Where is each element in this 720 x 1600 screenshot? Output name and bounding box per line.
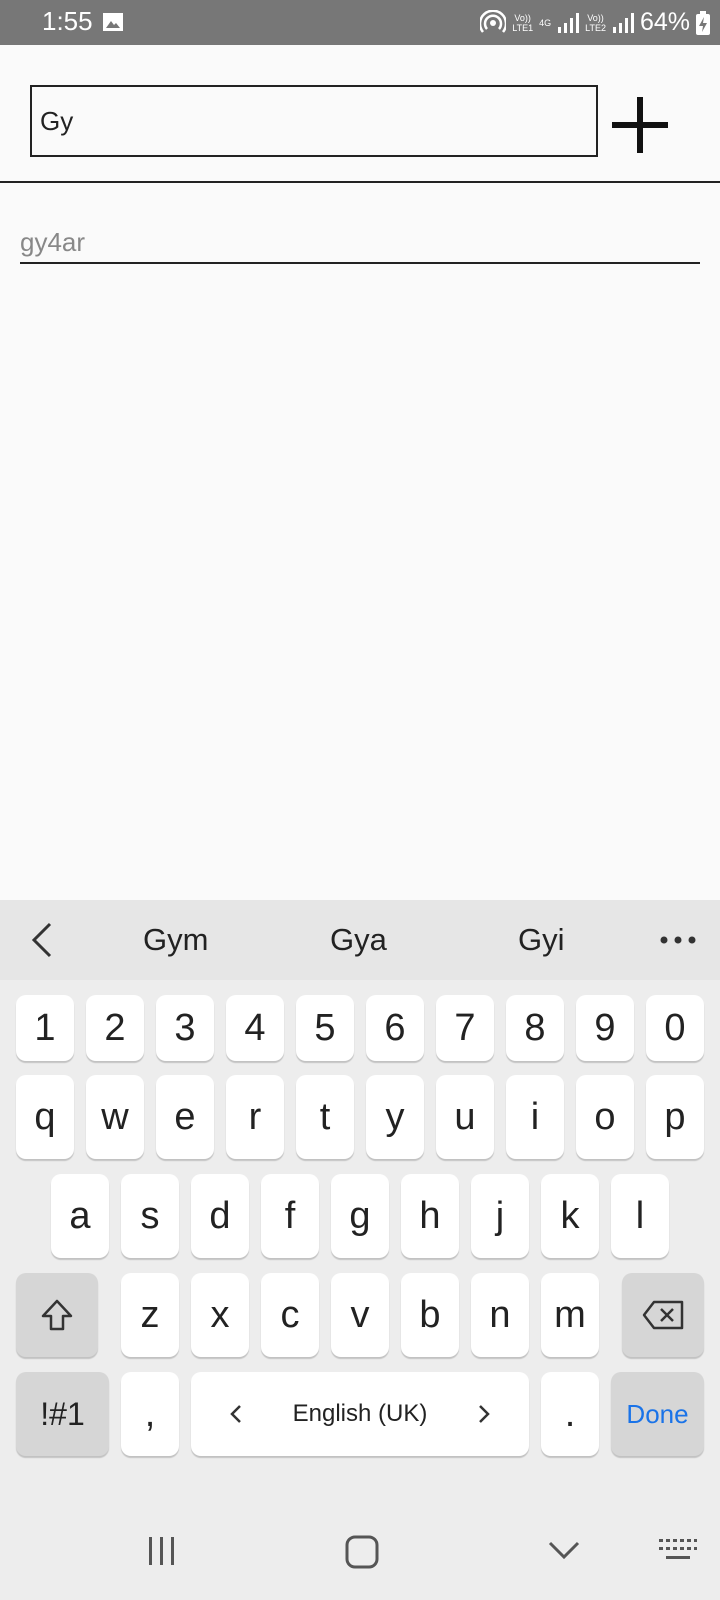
key-o[interactable]: o <box>576 1075 634 1159</box>
key-r[interactable]: r <box>226 1075 284 1159</box>
key-3[interactable]: 3 <box>156 995 214 1061</box>
key-f[interactable]: f <box>261 1174 319 1258</box>
key-8[interactable]: 8 <box>506 995 564 1061</box>
key-m[interactable]: m <box>541 1273 599 1357</box>
key-d[interactable]: d <box>191 1174 249 1258</box>
suggestion-gyi[interactable]: Gyi <box>518 922 565 958</box>
key-0[interactable]: 0 <box>646 995 704 1061</box>
navigation-bar <box>0 1510 720 1600</box>
key-2[interactable]: 2 <box>86 995 144 1061</box>
chevron-down-icon[interactable] <box>548 1540 580 1560</box>
key-s[interactable]: s <box>121 1174 179 1258</box>
task-input[interactable] <box>30 85 598 157</box>
key-j[interactable]: j <box>471 1174 529 1258</box>
key-t[interactable]: t <box>296 1075 354 1159</box>
key-9[interactable]: 9 <box>576 995 634 1061</box>
suggestion-gym[interactable]: Gym <box>143 922 208 958</box>
key-c[interactable]: c <box>261 1273 319 1357</box>
key-y[interactable]: y <box>366 1075 424 1159</box>
language-label: English (UK) <box>292 1400 428 1427</box>
more-icon[interactable] <box>660 936 696 944</box>
key-n[interactable]: n <box>471 1273 529 1357</box>
key-v[interactable]: v <box>331 1273 389 1357</box>
key-g[interactable]: g <box>331 1174 389 1258</box>
key-a[interactable]: a <box>51 1174 109 1258</box>
backspace-icon <box>642 1300 684 1330</box>
sim1-volte: Vo)) LTE1 <box>512 12 534 33</box>
key-z[interactable]: z <box>121 1273 179 1357</box>
signal-icon <box>612 12 634 33</box>
space-key[interactable]: English (UK) <box>191 1372 529 1456</box>
status-time: 1:55 <box>42 6 93 36</box>
shift-icon <box>41 1299 73 1331</box>
key-5[interactable]: 5 <box>296 995 354 1061</box>
keyboard: Gym Gya Gyi 1 2 3 4 5 6 7 8 9 0 q w e r … <box>0 900 720 1600</box>
key-6[interactable]: 6 <box>366 995 424 1061</box>
battery-charging-icon <box>696 10 710 35</box>
key-x[interactable]: x <box>191 1273 249 1357</box>
key-u[interactable]: u <box>436 1075 494 1159</box>
input-bar <box>0 45 720 183</box>
key-i[interactable]: i <box>506 1075 564 1159</box>
status-bar: 1:55 Vo)) LTE1 4G Vo)) LTE2 64% <box>0 0 720 45</box>
chevron-left-icon[interactable] <box>28 922 58 958</box>
key-h[interactable]: h <box>401 1174 459 1258</box>
symbols-key[interactable]: !#1 <box>16 1372 109 1456</box>
key-1[interactable]: 1 <box>16 995 74 1061</box>
key-e[interactable]: e <box>156 1075 214 1159</box>
home-icon[interactable] <box>345 1535 379 1569</box>
keyboard-icon[interactable] <box>658 1538 698 1562</box>
status-icons: Vo)) LTE1 4G Vo)) LTE2 64% <box>480 8 710 37</box>
comma-key[interactable]: , <box>121 1372 179 1456</box>
key-q[interactable]: q <box>16 1075 74 1159</box>
key-7[interactable]: 7 <box>436 995 494 1061</box>
key-l[interactable]: l <box>611 1174 669 1258</box>
chevron-left-icon <box>230 1405 241 1423</box>
recents-icon[interactable] <box>146 1535 178 1567</box>
add-button[interactable] <box>612 97 668 153</box>
list-item[interactable]: gy4ar <box>20 222 700 264</box>
battery-percent: 64% <box>639 8 690 36</box>
network-type: 4G <box>539 17 552 28</box>
suggestion-gya[interactable]: Gya <box>330 922 387 958</box>
key-b[interactable]: b <box>401 1273 459 1357</box>
hotspot-icon <box>480 9 507 33</box>
shift-key[interactable] <box>16 1273 98 1357</box>
chevron-right-icon <box>479 1405 490 1423</box>
period-key[interactable]: . <box>541 1372 599 1456</box>
key-4[interactable]: 4 <box>226 995 284 1061</box>
backspace-key[interactable] <box>622 1273 704 1357</box>
sim2-volte: Vo)) LTE2 <box>585 12 606 33</box>
suggestion-bar: Gym Gya Gyi <box>0 900 720 980</box>
gallery-icon <box>103 13 123 31</box>
done-key[interactable]: Done <box>611 1372 704 1456</box>
key-w[interactable]: w <box>86 1075 144 1159</box>
key-k[interactable]: k <box>541 1174 599 1258</box>
key-p[interactable]: p <box>646 1075 704 1159</box>
signal-icon <box>558 12 580 33</box>
